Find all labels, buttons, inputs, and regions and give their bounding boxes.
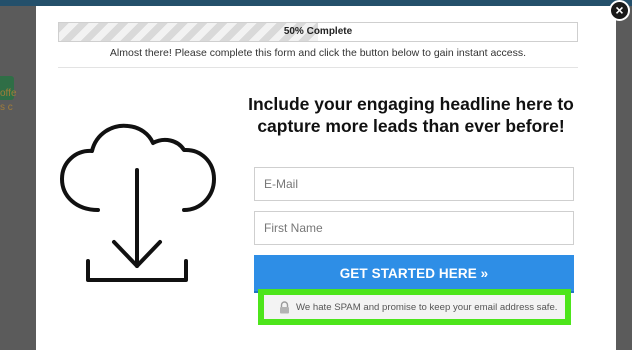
email-field[interactable] bbox=[254, 167, 574, 201]
divider bbox=[58, 67, 578, 68]
spam-notice-text: We hate SPAM and promise to keep your em… bbox=[296, 302, 558, 313]
spam-notice: We hate SPAM and promise to keep your em… bbox=[258, 289, 571, 325]
form-subtitle: Almost there! Please complete this form … bbox=[109, 47, 527, 59]
first-name-field[interactable] bbox=[254, 211, 574, 245]
headline: Include your engaging headline here to c… bbox=[248, 94, 574, 136]
lock-icon bbox=[280, 301, 289, 314]
progress-bar: 50% Complete bbox=[58, 22, 578, 42]
background-text: offe bbox=[0, 88, 17, 99]
cloud-download-icon bbox=[60, 123, 216, 282]
progress-label: 50% Complete bbox=[283, 26, 353, 37]
optin-modal: 50% Complete Almost there! Please comple… bbox=[36, 6, 616, 350]
get-started-button[interactable]: GET STARTED HERE » bbox=[254, 255, 574, 293]
close-icon[interactable]: × bbox=[609, 0, 630, 21]
background-text: s c bbox=[0, 102, 13, 113]
